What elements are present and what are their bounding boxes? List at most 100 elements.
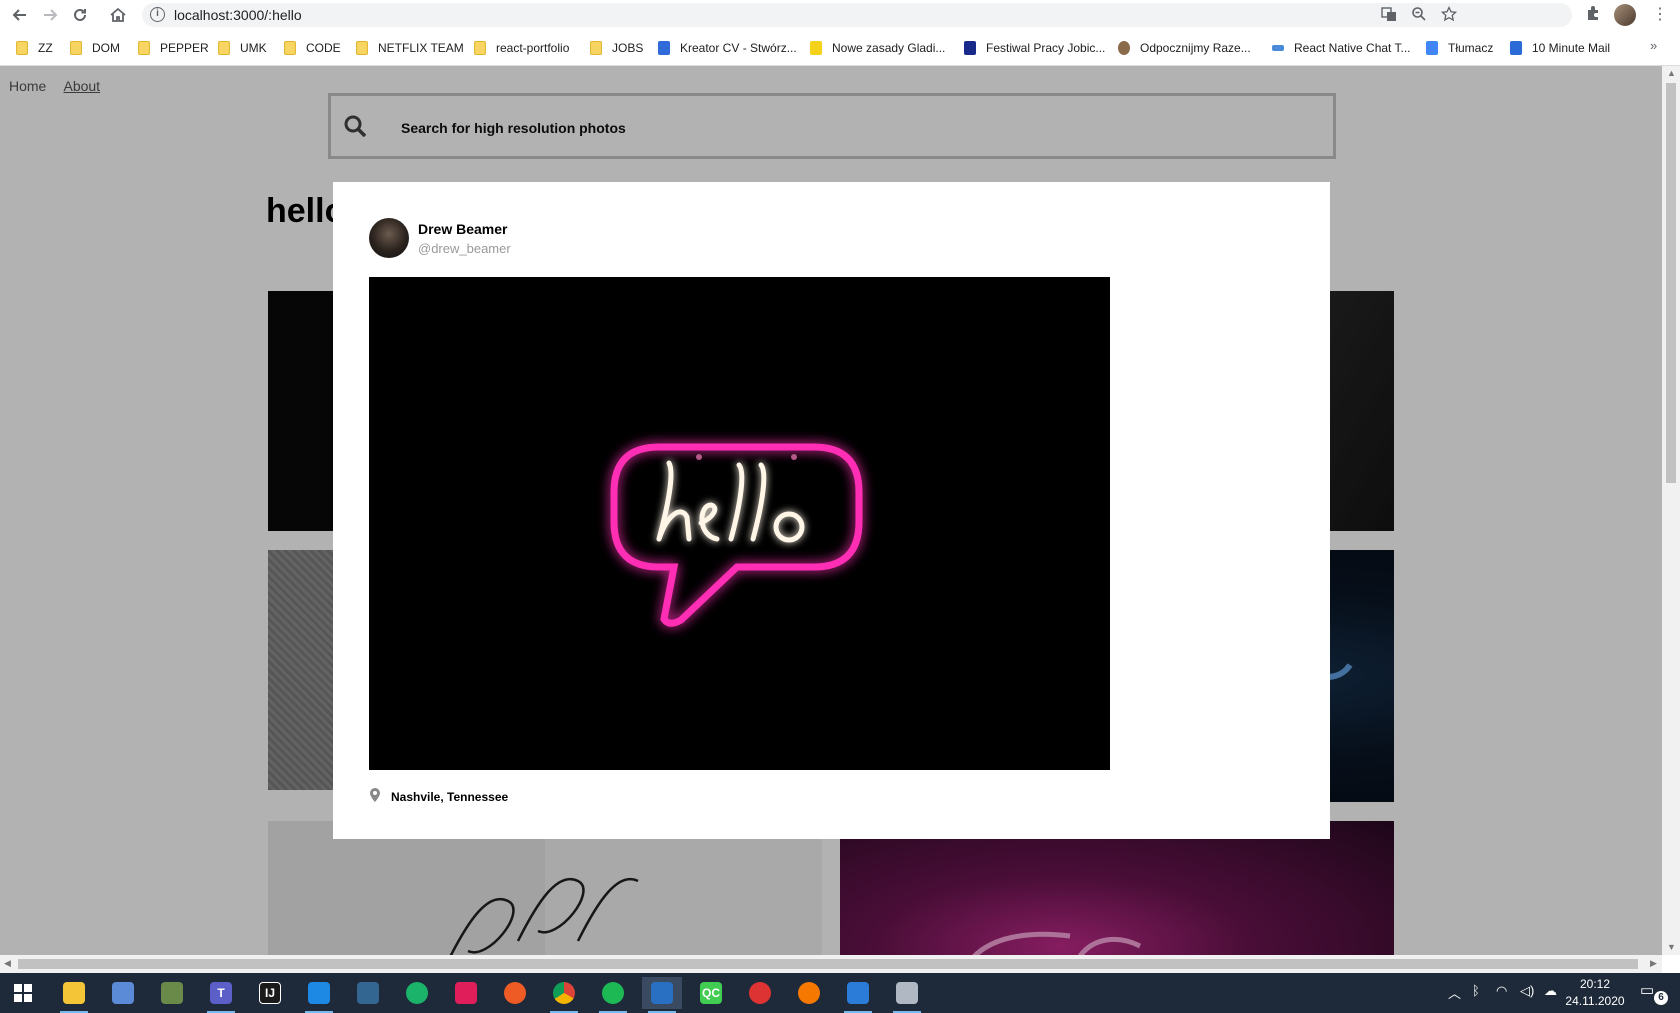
more-bookmarks-button[interactable]: » bbox=[1650, 38, 1657, 53]
volume-icon[interactable]: ◁) bbox=[1520, 983, 1534, 999]
translate-icon[interactable] bbox=[1378, 6, 1400, 24]
taskbar-media-app[interactable] bbox=[838, 977, 878, 1013]
folder-icon bbox=[16, 41, 28, 55]
scroll-right-icon[interactable]: ▶ bbox=[1650, 958, 1657, 969]
tray-chevron-icon[interactable]: ︿ bbox=[1448, 983, 1461, 1002]
browser-toolbar: i localhost:3000/:hello ⋮ bbox=[0, 0, 1680, 30]
extensions-icon[interactable] bbox=[1582, 5, 1604, 27]
page-viewport: Home About Search for high resolution ph… bbox=[0, 66, 1662, 955]
bookmark-jobs[interactable]: JOBS bbox=[590, 38, 643, 58]
arrow-left-icon bbox=[12, 9, 26, 21]
taskbar-vscode[interactable] bbox=[299, 977, 339, 1013]
zoom-icon[interactable] bbox=[1408, 6, 1430, 24]
bookmark-tlumacz[interactable]: Tłumacz bbox=[1426, 38, 1493, 58]
wifi-icon[interactable]: ◠ bbox=[1496, 983, 1507, 999]
star-icon[interactable] bbox=[1438, 5, 1460, 24]
bookmark-kreator-cv[interactable]: Kreator CV - Stwórz... bbox=[658, 38, 797, 58]
taskbar-network-app[interactable] bbox=[103, 977, 143, 1009]
bookmark-react-portfolio[interactable]: react-portfolio bbox=[474, 38, 569, 58]
home-icon bbox=[110, 7, 126, 22]
bookmark-code[interactable]: CODE bbox=[284, 38, 341, 58]
taskbar-gitkraken[interactable] bbox=[397, 977, 437, 1009]
taskbar-intellij[interactable]: IJ bbox=[250, 977, 290, 1009]
mail-icon bbox=[1510, 41, 1522, 55]
chrome-icon bbox=[553, 982, 575, 1004]
taskbar-file-explorer[interactable] bbox=[54, 977, 94, 1013]
vertical-scroll-thumb[interactable] bbox=[1666, 83, 1676, 483]
home-button[interactable] bbox=[106, 3, 130, 27]
notification-center-button[interactable]: ▭ 6 bbox=[1640, 981, 1668, 1005]
bookmark-odpocznijmy[interactable]: Odpocznijmy Raze... bbox=[1118, 38, 1251, 58]
folder-icon bbox=[590, 41, 602, 55]
taskbar-teams[interactable]: T bbox=[201, 977, 241, 1013]
bluetooth-icon[interactable]: ᛒ bbox=[1472, 983, 1480, 998]
reload-button[interactable] bbox=[68, 3, 92, 27]
taskbar-postgres[interactable] bbox=[348, 977, 388, 1009]
spotify-icon bbox=[602, 982, 624, 1004]
teams-icon: T bbox=[210, 982, 232, 1004]
media-icon bbox=[847, 982, 869, 1004]
sourcetree-icon bbox=[651, 982, 673, 1004]
bookmarks-bar: ZZ DOM PEPPER UMK CODE NETFLIX TEAM reac… bbox=[0, 36, 1680, 60]
modal-photo bbox=[369, 277, 1110, 770]
taskbar-sourcetree[interactable] bbox=[642, 977, 682, 1013]
bookmark-umk[interactable]: UMK bbox=[218, 38, 267, 58]
orange-ring-icon bbox=[798, 982, 820, 1004]
address-bar[interactable]: i localhost:3000/:hello bbox=[142, 3, 1572, 27]
taskbar-slack[interactable] bbox=[446, 977, 486, 1009]
taskbar-postman[interactable] bbox=[495, 977, 535, 1009]
taskbar-clock[interactable]: 20:12 24.11.2020 bbox=[1560, 976, 1630, 1010]
taskbar-vpn-app[interactable] bbox=[740, 977, 780, 1009]
back-button[interactable] bbox=[8, 3, 32, 27]
info-icon[interactable]: i bbox=[150, 7, 165, 22]
taskbar-chrome[interactable] bbox=[544, 977, 584, 1013]
folder-icon bbox=[356, 41, 368, 55]
bookmark-dom[interactable]: DOM bbox=[70, 38, 120, 58]
forward-button[interactable] bbox=[38, 3, 62, 27]
taskbar-qt-creator[interactable]: QC bbox=[691, 977, 731, 1009]
jobicon-icon bbox=[964, 41, 976, 55]
bookmark-zz[interactable]: ZZ bbox=[16, 38, 53, 58]
windows-logo-icon bbox=[14, 984, 32, 1002]
taskbar-notepad-app[interactable] bbox=[887, 977, 927, 1013]
user-name[interactable]: Drew Beamer bbox=[418, 221, 508, 237]
clock-time: 20:12 bbox=[1579, 977, 1611, 991]
qt-creator-icon: QC bbox=[700, 982, 722, 1004]
horizontal-scroll-thumb[interactable] bbox=[18, 959, 1638, 969]
taskbar-blender-app[interactable] bbox=[789, 977, 829, 1009]
user-handle[interactable]: @drew_beamer bbox=[418, 241, 511, 256]
taskbar-scanner-app[interactable] bbox=[152, 977, 192, 1009]
profile-avatar[interactable] bbox=[1614, 4, 1636, 26]
react-icon bbox=[1272, 45, 1284, 51]
bookmark-nowe-zasady[interactable]: Nowe zasady Gladi... bbox=[810, 38, 945, 58]
person-icon bbox=[1118, 41, 1130, 55]
bookmark-festiwal-pracy[interactable]: Festiwal Pracy Jobic... bbox=[964, 38, 1105, 58]
horizontal-scrollbar[interactable]: ◀ ▶ bbox=[0, 955, 1662, 973]
gladi-icon bbox=[810, 41, 822, 55]
kreator-icon bbox=[658, 41, 670, 55]
bookmark-10-minute-mail[interactable]: 10 Minute Mail bbox=[1510, 38, 1610, 58]
bookmark-react-native-chat[interactable]: React Native Chat T... bbox=[1272, 38, 1411, 58]
location-pin-icon bbox=[370, 788, 380, 802]
url-text[interactable]: localhost:3000/:hello bbox=[174, 7, 302, 23]
start-button[interactable] bbox=[3, 977, 43, 1009]
folder-icon bbox=[284, 41, 296, 55]
postman-icon bbox=[504, 982, 526, 1004]
menu-icon[interactable]: ⋮ bbox=[1652, 4, 1668, 24]
reload-icon bbox=[74, 8, 86, 21]
scroll-down-icon[interactable]: ▼ bbox=[1667, 942, 1676, 952]
slack-icon bbox=[455, 982, 477, 1004]
location-text: Nashvile, Tennessee bbox=[391, 790, 509, 804]
notification-badge: 6 bbox=[1654, 991, 1668, 1005]
user-avatar[interactable] bbox=[369, 218, 409, 258]
bookmark-netflix-team[interactable]: NETFLIX TEAM bbox=[356, 38, 464, 58]
taskbar-spotify[interactable] bbox=[593, 977, 633, 1013]
scroll-up-icon[interactable]: ▲ bbox=[1667, 68, 1676, 78]
bookmark-pepper[interactable]: PEPPER bbox=[138, 38, 209, 58]
scroll-left-icon[interactable]: ◀ bbox=[4, 958, 11, 969]
folder-icon bbox=[70, 41, 82, 55]
vertical-scrollbar[interactable]: ▲ ▼ bbox=[1662, 66, 1680, 955]
vpn-icon bbox=[749, 982, 771, 1004]
photo-modal: Drew Beamer @drew_beamer Nashvile, Tenne… bbox=[333, 182, 1330, 839]
onedrive-icon[interactable]: ☁ bbox=[1544, 983, 1557, 999]
